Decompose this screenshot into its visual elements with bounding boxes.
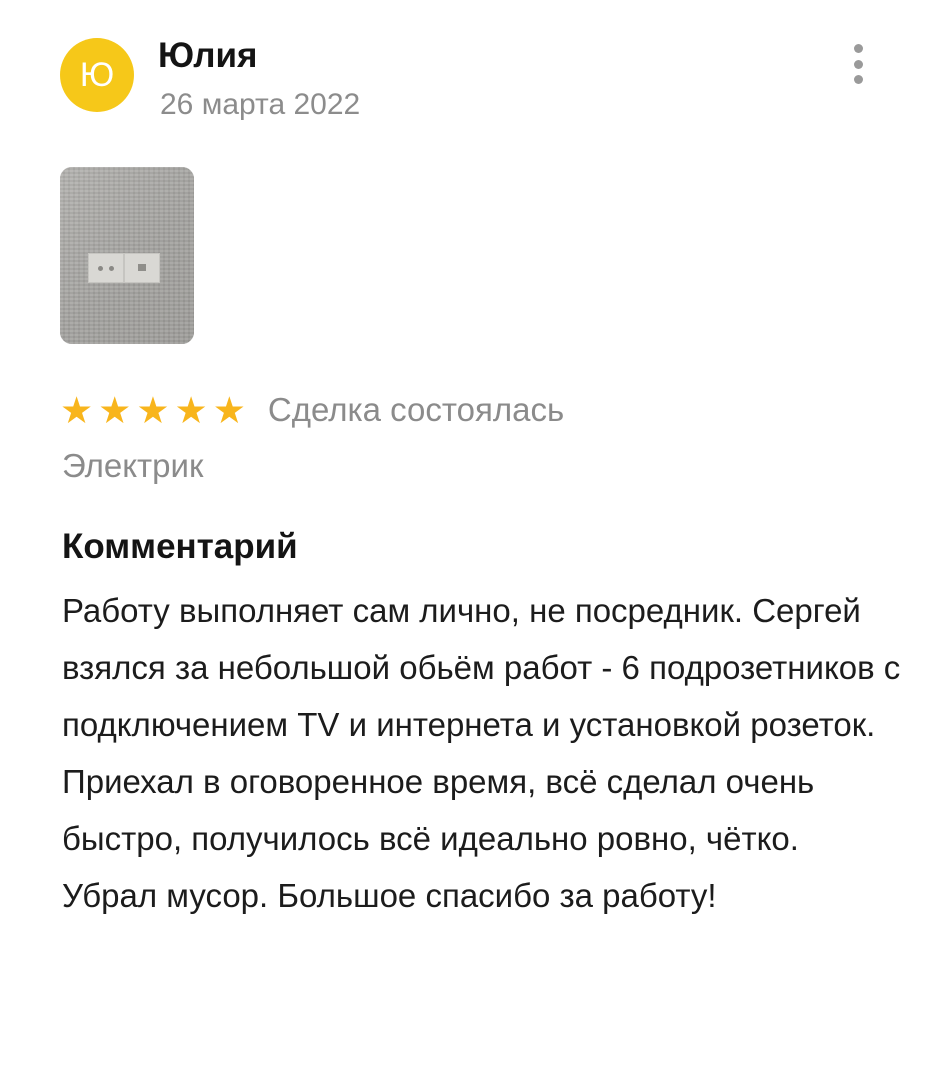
socket-tv-port-image bbox=[124, 253, 160, 283]
star-icon: ★ bbox=[174, 389, 208, 431]
comment-text: Работу выполняет сам лично, не посредник… bbox=[62, 592, 901, 914]
more-vertical-icon[interactable] bbox=[840, 40, 876, 88]
star-icon: ★ bbox=[98, 389, 132, 431]
star-icon: ★ bbox=[136, 389, 170, 431]
star-icon: ★ bbox=[60, 389, 94, 431]
service-category: Электрик bbox=[62, 447, 204, 484]
avatar-letter: Ю bbox=[79, 55, 115, 94]
comment-title: Комментарий bbox=[62, 527, 298, 566]
review-photo-thumbnail[interactable] bbox=[60, 167, 194, 344]
author-name[interactable]: Юлия bbox=[158, 36, 257, 76]
deal-status: Сделка состоялась bbox=[267, 391, 565, 428]
avatar[interactable]: Ю bbox=[60, 38, 134, 112]
socket-outlet-image bbox=[88, 253, 124, 283]
review-date: 26 марта 2022 bbox=[160, 88, 361, 121]
star-icon: ★ bbox=[212, 389, 246, 431]
rating-row: ★ ★ ★ ★ ★ Сделка состоялась bbox=[60, 386, 564, 434]
star-rating: ★ ★ ★ ★ ★ bbox=[60, 392, 246, 429]
